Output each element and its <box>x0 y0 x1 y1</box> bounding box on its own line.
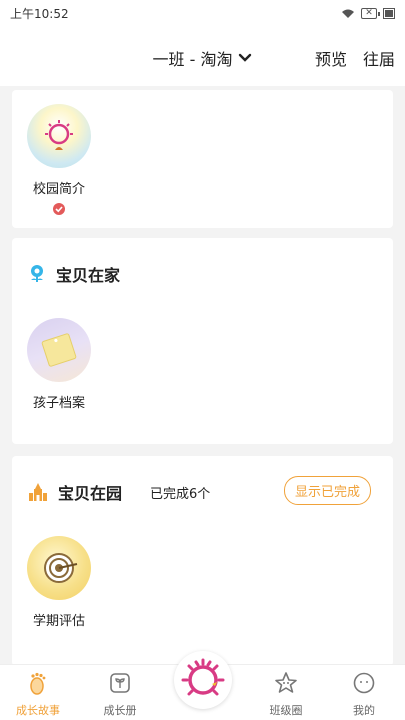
kindergarten-section-title: 宝贝在园 <box>58 484 123 503</box>
nav-title-text: 一班 - 淘淘 <box>152 50 233 69</box>
campus-card: 校园简介 <box>12 90 393 228</box>
sun-logo-icon <box>181 658 225 696</box>
chevron-down-icon <box>239 53 252 62</box>
preview-button[interactable]: 预览 <box>315 46 347 70</box>
kindergarten-card: 宝贝在园 已完成6个 显示已完成 学期评估 <box>12 456 393 666</box>
child-profile-label: 孩子档案 <box>32 396 85 411</box>
child-profile-tile[interactable]: 孩子档案 <box>14 318 104 411</box>
star-face-icon <box>275 672 297 693</box>
tab-mine-label: 我的 <box>353 704 375 717</box>
home-card: 宝贝在家 孩子档案 <box>12 238 393 444</box>
sprout-book-icon <box>110 673 130 693</box>
face-icon <box>353 672 375 694</box>
wifi-icon <box>342 9 354 18</box>
tab-class-circle[interactable]: 班级圈 <box>256 671 316 718</box>
bottom-tab-bar: 成长故事 成长册 班级圈 我的 <box>0 651 405 720</box>
home-section-header: 宝贝在家 <box>28 262 120 286</box>
home-section-title: 宝贝在家 <box>56 266 121 285</box>
status-time: 上午10:52 <box>10 6 69 21</box>
castle-icon <box>29 483 47 501</box>
completed-count: 已完成6个 <box>150 486 211 502</box>
tab-growth-book[interactable]: 成长册 <box>90 671 150 718</box>
nav-actions: 预览 往届 <box>315 46 395 70</box>
campus-intro-icon <box>27 104 91 168</box>
campus-intro-label: 校园简介 <box>32 182 85 197</box>
show-completed-button[interactable]: 显示已完成 <box>283 476 371 505</box>
semester-eval-label: 学期评估 <box>32 614 85 629</box>
campus-intro-tile[interactable]: 校园简介 <box>14 104 104 219</box>
child-profile-icon <box>27 318 91 382</box>
flower-icon <box>31 265 43 282</box>
battery-level-icon <box>383 7 395 19</box>
tab-growth-story[interactable]: 成长故事 <box>8 671 68 718</box>
kindergarten-section-header: 宝贝在园 已完成6个 <box>28 480 210 504</box>
battery-icon: ✕ <box>361 7 380 19</box>
tab-growth-story-label: 成长故事 <box>16 704 60 717</box>
tab-class-circle-label: 班级圈 <box>269 704 303 717</box>
nav-bar: 一班 - 淘淘 预览 往届 <box>0 26 405 86</box>
status-icons: ✕ <box>341 7 395 19</box>
status-bar: 上午10:52 ✕ <box>0 0 405 26</box>
tab-mine[interactable]: 我的 <box>334 671 394 718</box>
semester-eval-icon <box>27 536 91 600</box>
past-button[interactable]: 往届 <box>363 46 395 70</box>
tab-growth-book-label: 成长册 <box>103 704 137 717</box>
verified-check-icon <box>53 203 65 215</box>
semester-eval-tile[interactable]: 学期评估 <box>14 536 104 629</box>
footprint-icon <box>30 672 46 695</box>
center-action-button[interactable] <box>174 651 232 709</box>
